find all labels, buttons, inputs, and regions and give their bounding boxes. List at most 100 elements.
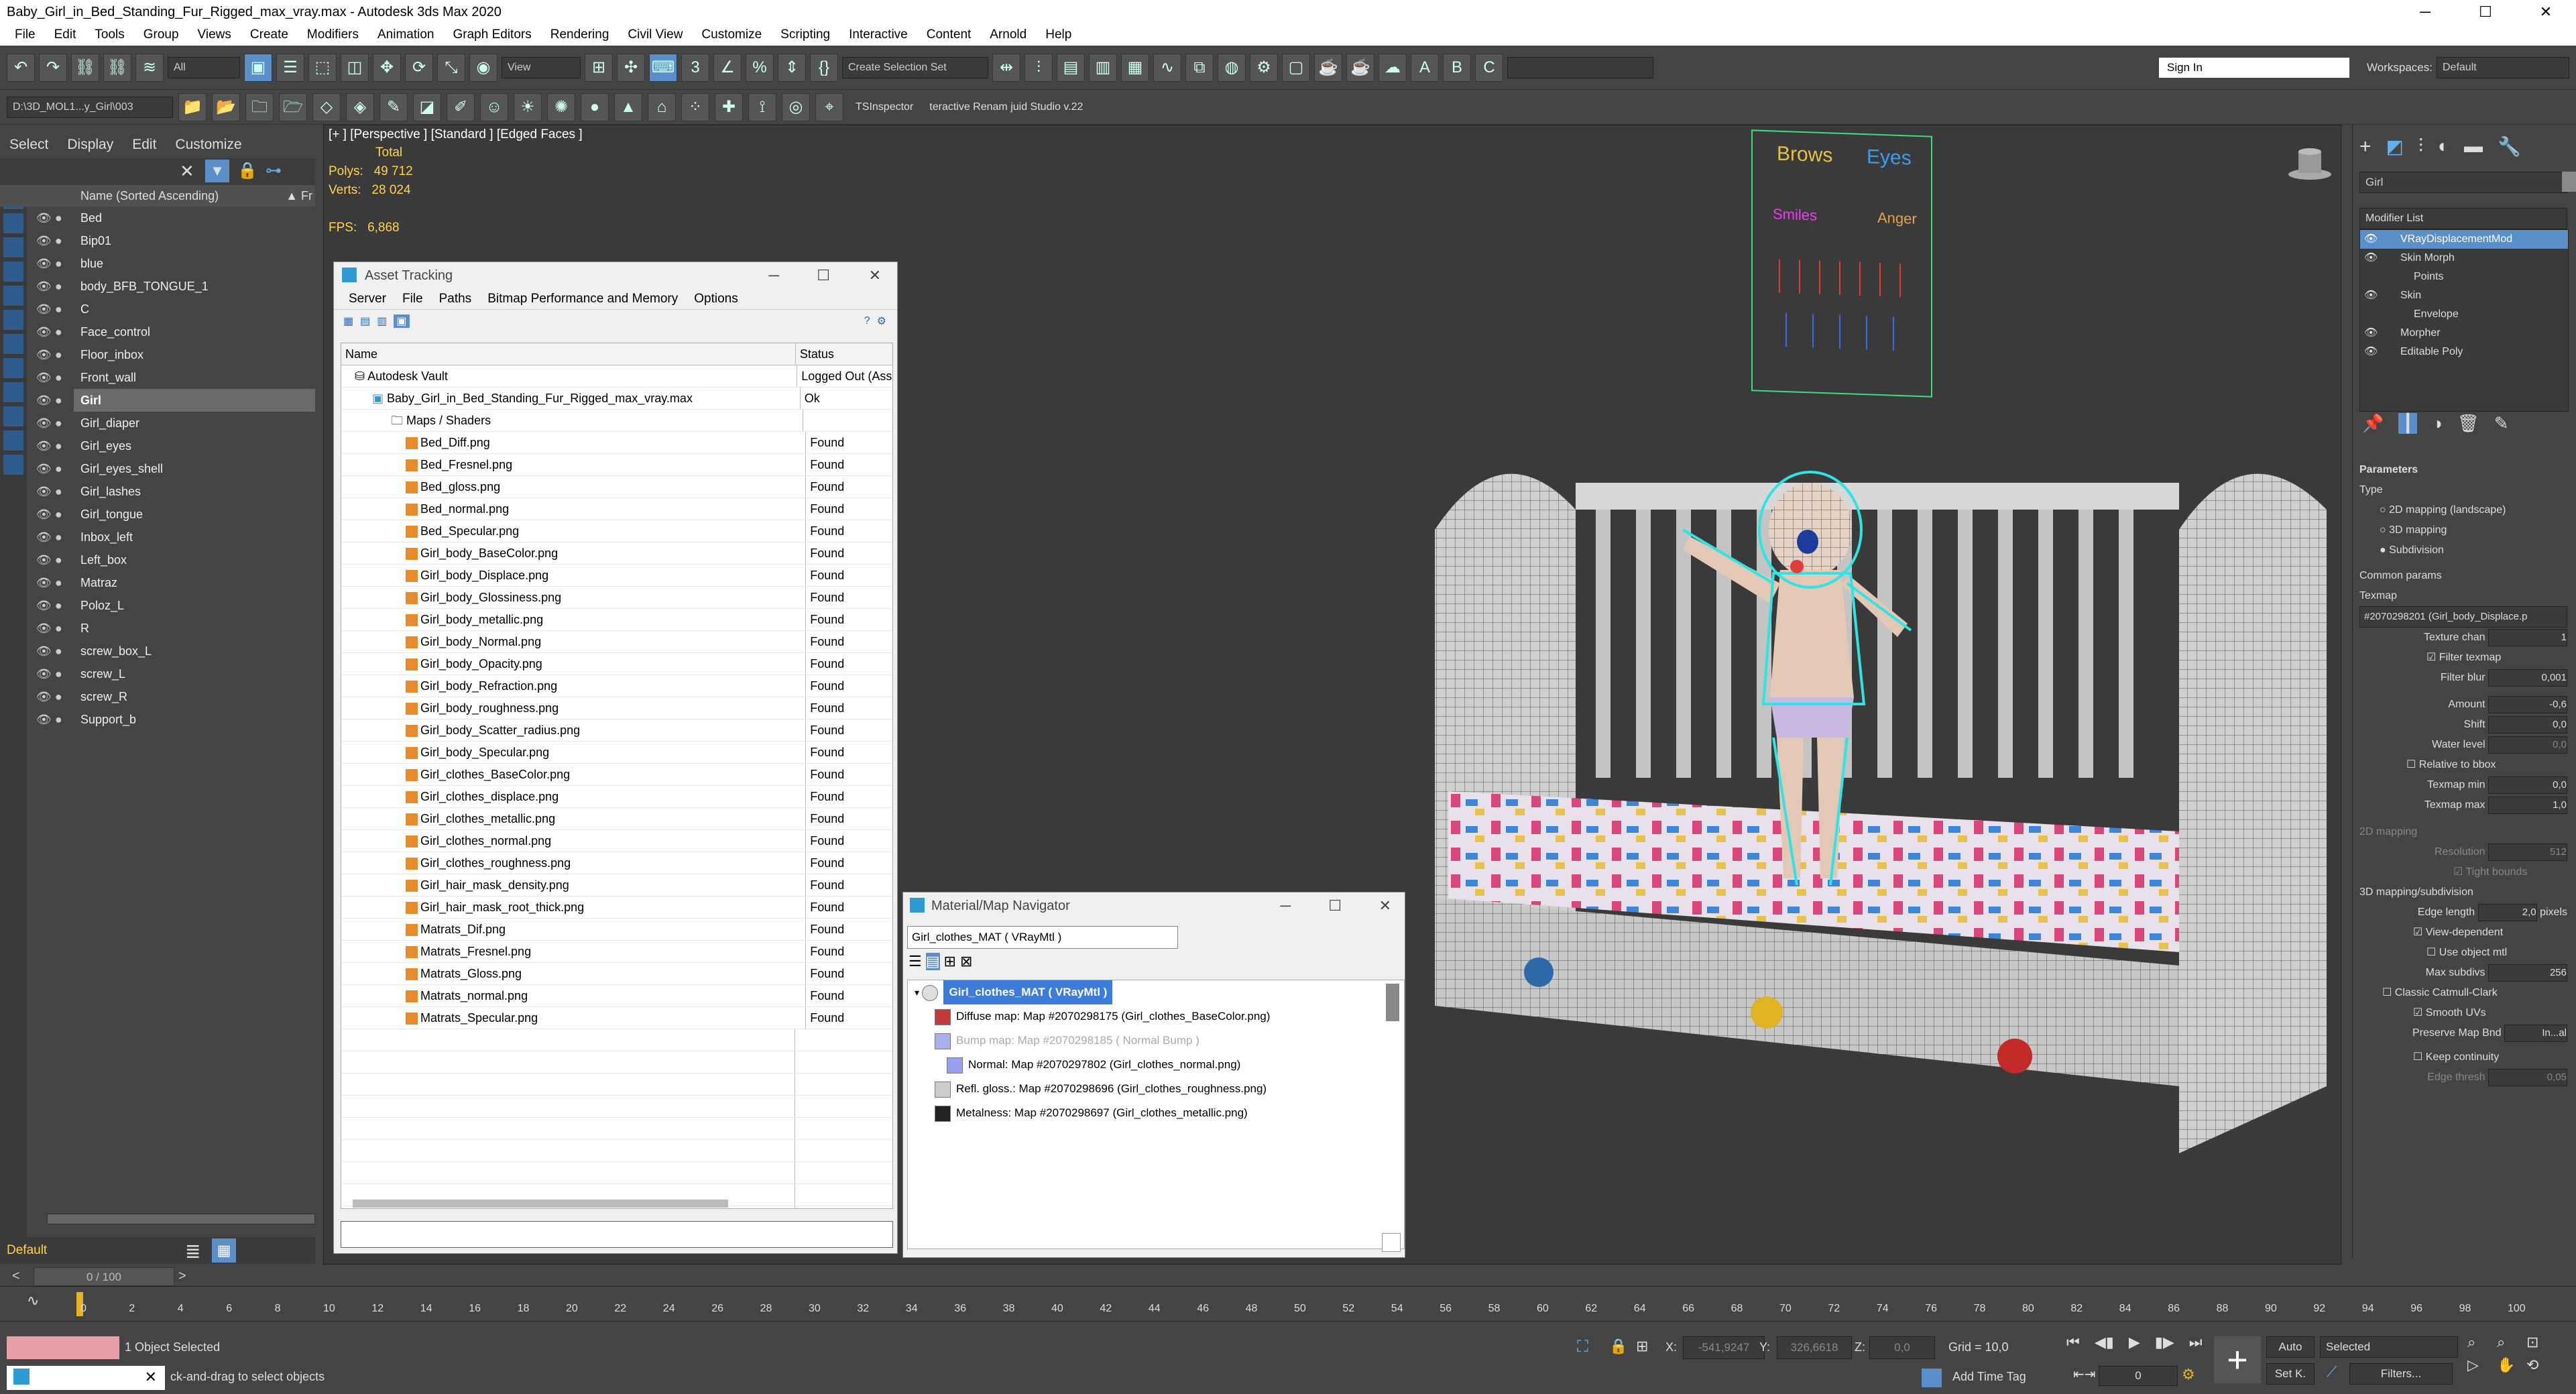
filter-spacewarps-icon[interactable] [3,310,23,330]
eye-icon[interactable]: 👁 ● [36,617,76,640]
rendered-frame-icon[interactable]: ▢ [1282,53,1310,82]
eye-icon[interactable]: 👁 ● [36,503,76,526]
folder-recent-icon[interactable]: 🗁 [279,93,307,121]
table-row[interactable]: Bed_Diff.png Found [341,432,892,454]
matnav-material-field[interactable]: Girl_clothes_MAT ( VRayMtl ) [907,926,1178,949]
asset-help-icon[interactable]: ? [864,315,870,327]
snap-3d-icon[interactable]: 3 [681,53,709,82]
poly-modeling-icon[interactable]: ◇ [312,93,341,121]
eye-icon[interactable]: 👁 ● [36,229,76,252]
object-color-swatch[interactable] [2562,172,2576,192]
eye-icon[interactable]: 👁 ● [36,708,76,731]
view-dependent-checkbox[interactable]: ☑ View-dependent [2359,923,2567,943]
window-crossing-icon[interactable]: ◫ [341,53,369,82]
eye-icon[interactable]: 👁 ● [36,594,76,617]
modifier-eye-icon[interactable]: 👁 [2364,343,2378,361]
rect-selection-icon[interactable]: ⬚ [308,53,337,82]
asset-minimize-icon[interactable]: ─ [768,262,779,289]
current-layer[interactable]: Default [7,1243,47,1257]
material-root-label[interactable]: Girl_clothes_MAT ( VRayMtl ) [943,980,1113,1004]
maximize-icon[interactable]: ☐ [2455,0,2516,24]
project-folder-icon[interactable]: 📁 [178,93,207,121]
eye-icon[interactable]: 👁 ● [36,571,76,594]
pivot-icon[interactable]: ⊞ [585,53,613,82]
tab-display[interactable]: Display [58,131,123,158]
asset-menu-file[interactable]: File [394,289,431,309]
table-row[interactable]: ⛁ Autodesk Vault Logged Out (Ass [341,365,892,388]
asset-menu-bitmap[interactable]: Bitmap Performance and Memory [479,289,686,309]
texmap-max-spinner[interactable]: 1,0 [2488,796,2567,814]
list-item[interactable]: Support_b [74,708,315,731]
matnav-titlebar[interactable]: Material/Map Navigator ─ ☐ ✕ [903,892,1405,919]
orbit-icon[interactable]: ⟲ [2526,1356,2551,1374]
table-row[interactable]: Matrats_normal.png Found [341,985,892,1007]
layer-explorer-icon[interactable]: ▥ [1089,53,1117,82]
keep-continuity-checkbox[interactable]: ☐ Keep continuity [2359,1047,2567,1067]
filter-helpers-icon[interactable] [3,286,23,306]
render-setup-icon[interactable]: ⚙ [1250,53,1278,82]
auto-key-button[interactable]: Auto [2266,1336,2315,1358]
unlink-icon[interactable]: ⛓ [103,53,131,82]
key-filters-button[interactable]: Filters... [2349,1363,2453,1385]
z-coordinate-field[interactable]: 0,0 [1869,1336,1935,1359]
cone-icon[interactable]: ▲ [614,93,642,121]
graphite-icon[interactable]: ◈ [346,93,374,121]
next-frame-icon[interactable]: ▮▶ [2155,1334,2174,1351]
eye-icon[interactable]: 👁 ● [36,412,76,434]
prev-frame-icon[interactable]: ◀▮ [2095,1334,2114,1351]
list-item[interactable]: R [74,617,315,640]
view-table-icon[interactable]: ▥ [377,314,387,328]
filter-frozen-icon[interactable] [3,430,23,451]
table-row[interactable]: Girl_body_metallic.png Found [341,609,892,631]
align-icon[interactable]: ⫶ [1024,53,1053,82]
table-row[interactable]: Bed_gloss.png Found [341,476,892,498]
tab-edit[interactable]: Edit [123,131,166,158]
track-view-icon[interactable]: ∿ [27,1292,39,1310]
table-row[interactable]: Girl_clothes_normal.png Found [341,830,892,852]
filter-shapes-icon[interactable] [3,213,23,233]
pan-icon[interactable]: ✋ [2497,1356,2521,1374]
modifier-stack-item[interactable]: 👁 Skin [2360,286,2568,305]
ribbon-icon[interactable]: ▦ [1121,53,1149,82]
table-row[interactable]: ▣ Baby_Girl_in_Bed_Standing_Fur_Rigged_m… [341,388,892,410]
table-row[interactable]: Girl_body_Glossiness.png Found [341,587,892,609]
bind-spacewarp-icon[interactable]: ≋ [135,53,164,82]
modify-tab-icon[interactable]: ◩ [2386,135,2404,158]
menu-create[interactable]: Create [241,24,298,46]
menu-tools[interactable]: Tools [85,24,133,46]
menu-help[interactable]: Help [1036,24,1081,46]
list-item[interactable]: C [74,298,315,321]
workspace-dropdown[interactable]: Default [2437,56,2569,78]
go-to-start-icon[interactable]: ⏮ [2066,1334,2080,1351]
list-item[interactable]: Girl_eyes_shell [74,457,315,480]
close-icon[interactable]: ✕ [2516,0,2576,24]
view-list-icon[interactable]: ▦ [343,314,353,328]
sign-in-button[interactable]: Sign In [2159,57,2350,78]
eye-icon[interactable]: 👁 ● [36,640,76,662]
list-item[interactable]: Girl_diaper [74,412,315,434]
table-row[interactable]: Girl_clothes_displace.png Found [341,786,892,808]
clear-filter-icon[interactable]: ✕ [180,161,194,182]
tree-map-item[interactable]: Bump map: Map #2070298185 ( Normal Bump … [908,1029,1404,1053]
table-row[interactable]: Matrats_Specular.png Found [341,1007,892,1029]
table-row[interactable]: Girl_body_Scatter_radius.png Found [341,719,892,742]
list-item[interactable]: Girl_lashes [74,480,315,503]
curve-editor-icon[interactable]: ∿ [1153,53,1181,82]
sphere-icon[interactable]: ● [581,93,609,121]
key-mode-icon[interactable]: ⇤⇥ [2073,1366,2096,1383]
zoom-all-icon[interactable]: ⌕ [2497,1334,2521,1351]
smooth-uvs-checkbox[interactable]: ☑ Smooth UVs [2359,1003,2567,1023]
matnav-maximize-icon[interactable]: ☐ [1328,892,1342,919]
refresh-tool-icon[interactable]: C [1475,53,1503,82]
eye-icon[interactable]: 👁 ● [36,207,76,229]
view-list-icon[interactable]: ☰ [909,953,922,970]
tight-bounds-checkbox[interactable]: ☑ Tight bounds [2359,862,2567,882]
populate-icon[interactable]: ☺ [480,93,508,121]
text-tool-icon[interactable]: A [1411,53,1439,82]
menu-civil-view[interactable]: Civil View [618,24,692,46]
time-slider[interactable]: 0 / 100 [34,1267,174,1286]
list-item[interactable]: Girl_eyes [74,434,315,457]
filter-bones-icon[interactable] [3,382,23,402]
fov-icon[interactable]: ▷ [2467,1356,2492,1374]
menu-customize[interactable]: Customize [692,24,771,46]
